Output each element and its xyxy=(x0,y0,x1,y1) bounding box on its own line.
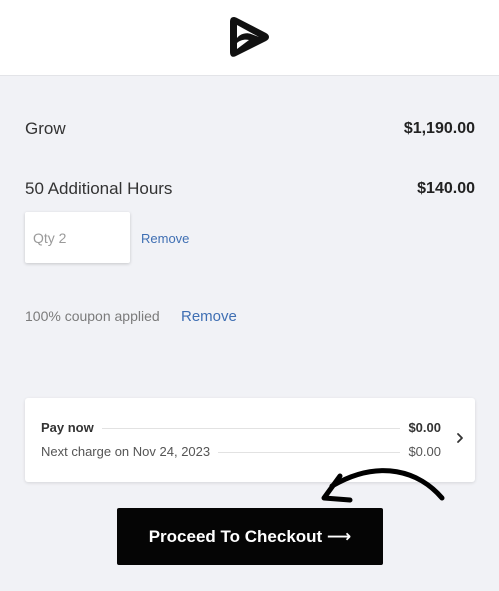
line-item-name: 50 Additional Hours xyxy=(25,179,173,198)
next-charge-value: $0.00 xyxy=(400,444,441,459)
chevron-right-icon[interactable] xyxy=(455,431,465,445)
proceed-to-checkout-button[interactable]: Proceed To Checkout ⟶ xyxy=(117,508,383,565)
play-logo-icon[interactable] xyxy=(228,14,272,60)
pay-now-row: Pay now $0.00 xyxy=(41,420,441,436)
coupon-status-text: 100% coupon applied xyxy=(25,308,160,324)
quantity-field[interactable]: Qty 2 xyxy=(25,212,130,263)
line-item-name: Grow xyxy=(25,119,66,138)
remove-coupon-link[interactable]: Remove xyxy=(181,308,237,325)
pay-now-value: $0.00 xyxy=(400,420,441,435)
line-item-price: $140.00 xyxy=(417,180,475,197)
pay-now-label: Pay now xyxy=(41,420,102,435)
remove-addon-link[interactable]: Remove xyxy=(141,231,189,246)
header xyxy=(0,0,499,76)
curved-arrow-icon xyxy=(321,468,445,503)
line-item-price: $1,190.00 xyxy=(403,120,475,137)
next-charge-label: Next charge on Nov 24, 2023 xyxy=(41,444,219,459)
